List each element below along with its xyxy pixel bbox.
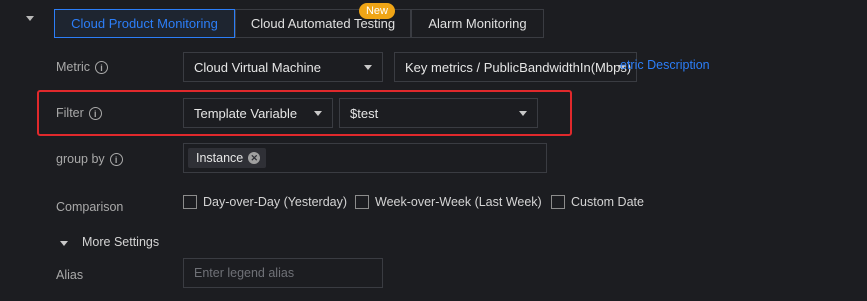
comparison-week-over-week[interactable]: Week-over-Week (Last Week) xyxy=(355,195,542,209)
comparison-label-text: Comparison xyxy=(56,200,124,214)
remove-tag-icon[interactable]: ✕ xyxy=(248,152,261,164)
info-icon[interactable]: i xyxy=(88,106,102,120)
chevron-down-icon xyxy=(364,65,372,70)
filter-value-text: $test xyxy=(350,105,379,121)
comparison-day-over-day[interactable]: Day-over-Day (Yesterday) xyxy=(183,195,347,209)
filter-type-value: Template Variable xyxy=(194,105,298,121)
namespace-select-value: Cloud Virtual Machine xyxy=(194,59,321,75)
filter-label: Filter xyxy=(56,106,84,120)
tab-alarm-monitoring[interactable]: Alarm Monitoring xyxy=(411,9,544,38)
expand-triangle-icon[interactable] xyxy=(60,241,68,246)
more-settings-toggle[interactable]: More Settings xyxy=(82,235,159,249)
metric-select-value: Key metrics / PublicBandwidthIn(Mbps) xyxy=(405,59,632,75)
group-by-label: group by xyxy=(56,152,105,166)
checkbox[interactable] xyxy=(183,195,197,209)
metric-select[interactable]: Key metrics / PublicBandwidthIn(Mbps) xyxy=(394,52,637,82)
comparison-label: Comparison xyxy=(56,200,123,214)
alias-input[interactable] xyxy=(183,258,383,288)
namespace-select[interactable]: Cloud Virtual Machine xyxy=(183,52,383,82)
alias-label: Alias xyxy=(56,268,83,282)
checkbox[interactable] xyxy=(355,195,369,209)
metric-description-link[interactable]: etric Description xyxy=(620,58,710,72)
checkbox-label: Day-over-Day (Yesterday) xyxy=(203,195,348,209)
collapse-chevron-icon[interactable] xyxy=(26,16,34,21)
alias-label-text: Alias xyxy=(56,268,84,282)
group-by-tag-label: Instance xyxy=(196,151,244,165)
metric-label: Metric xyxy=(56,60,91,74)
checkbox-label: Week-over-Week (Last Week) xyxy=(375,195,542,209)
filter-label-group: Filter i xyxy=(56,106,102,120)
checkbox[interactable] xyxy=(551,195,565,209)
chevron-down-icon xyxy=(519,111,527,116)
info-icon[interactable]: i xyxy=(95,60,109,74)
info-icon[interactable]: i xyxy=(109,152,123,166)
chevron-down-icon xyxy=(314,111,322,116)
new-badge: New xyxy=(359,3,395,19)
group-by-label-group: group by i xyxy=(56,152,123,166)
comparison-custom-date[interactable]: Custom Date xyxy=(551,195,644,209)
metric-label-group: Metric i xyxy=(56,60,109,74)
checkbox-label: Custom Date xyxy=(571,195,644,209)
tab-cloud-product-monitoring[interactable]: Cloud Product Monitoring xyxy=(54,9,235,38)
filter-type-select[interactable]: Template Variable xyxy=(183,98,333,128)
group-by-tag: Instance ✕ xyxy=(188,148,267,168)
filter-value-select[interactable]: $test xyxy=(339,98,538,128)
